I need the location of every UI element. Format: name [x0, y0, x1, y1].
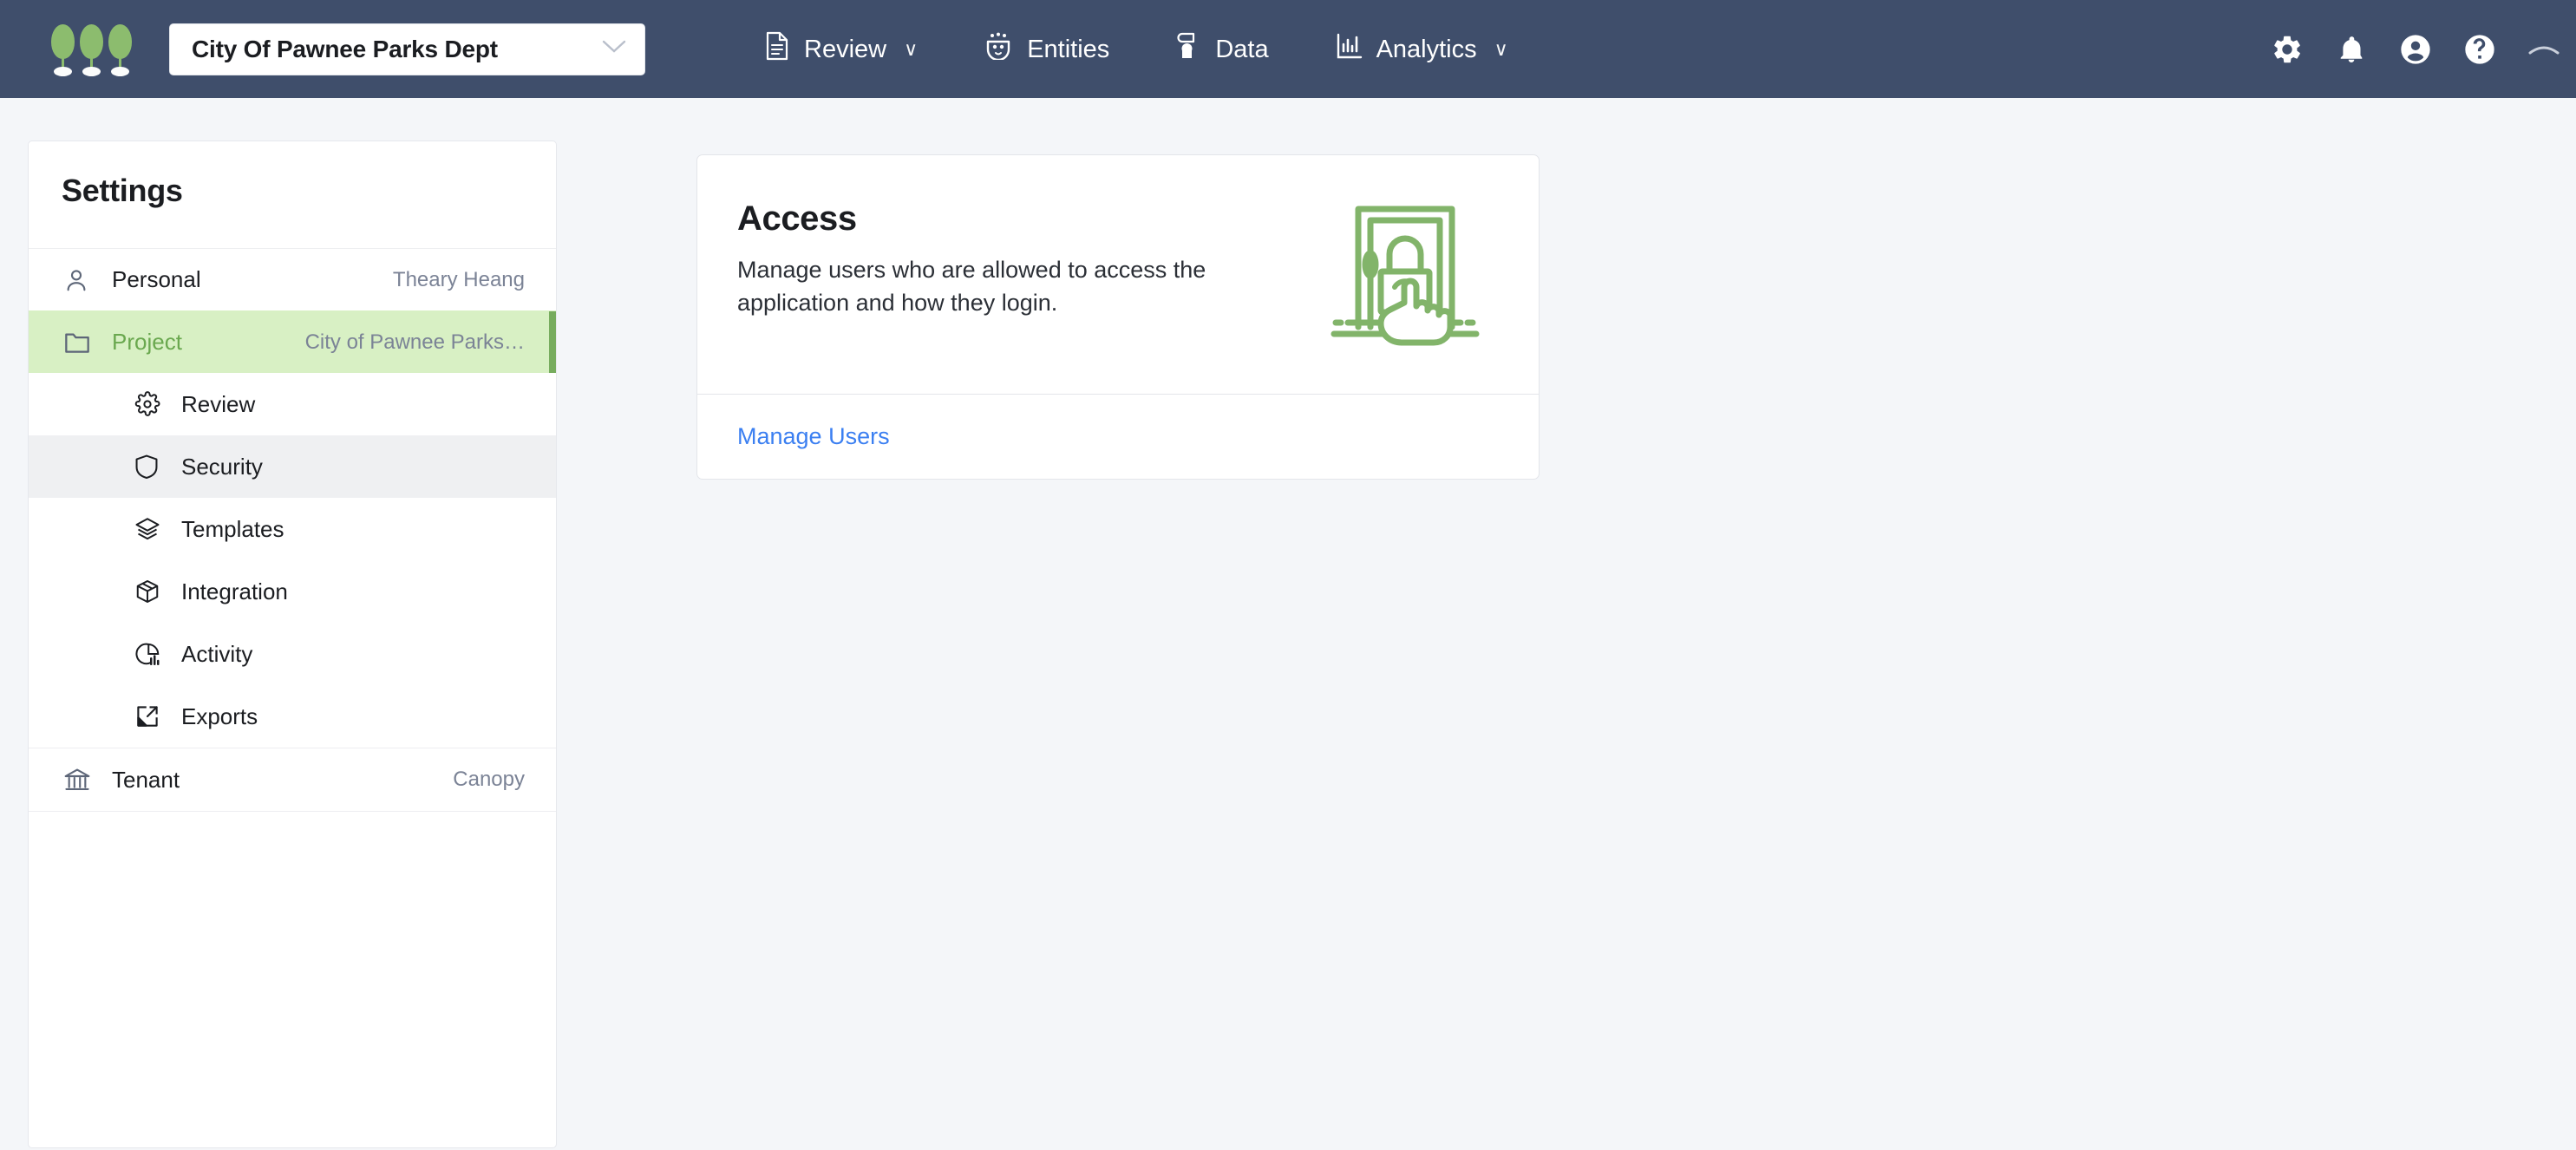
- nav-label-entities: Entities: [1027, 36, 1110, 63]
- bar-chart-icon: [1335, 32, 1363, 67]
- sidebar-item-tenant[interactable]: Tenant Canopy: [29, 748, 556, 811]
- bank-icon: [63, 767, 98, 793]
- chevron-down-icon: [602, 39, 626, 59]
- collapse-chevron-icon[interactable]: [2512, 0, 2576, 98]
- sidebar-label-integration: Integration: [181, 578, 288, 604]
- nav-item-entities[interactable]: Entities: [951, 0, 1142, 98]
- project-selector-dropdown[interactable]: City Of Pawnee Parks Dept: [169, 23, 645, 75]
- sidebar-value-tenant: Canopy: [453, 768, 525, 791]
- sidebar-label-personal: Personal: [112, 266, 201, 292]
- page-title: Settings: [62, 173, 183, 208]
- settings-gear-icon[interactable]: [2255, 0, 2319, 98]
- main-navigation: Review ∨ Entities Data Analytics ∨: [731, 0, 1541, 98]
- person-icon: [63, 266, 98, 294]
- sidebar-label-project: Project: [112, 329, 182, 355]
- gear-icon: [134, 391, 167, 417]
- settings-sidebar: Settings Personal Theary Heang Project C…: [28, 140, 557, 1148]
- nav-label-data: Data: [1215, 36, 1269, 63]
- access-card-text: Access Manage users who are allowed to a…: [737, 193, 1249, 320]
- sidebar-item-security[interactable]: Security: [29, 435, 556, 498]
- shield-icon: [134, 453, 167, 480]
- layers-icon: [134, 516, 167, 542]
- nav-label-analytics: Analytics: [1376, 36, 1477, 63]
- top-navigation-bar: City Of Pawnee Parks Dept Review ∨ Entit…: [0, 0, 2576, 98]
- sidebar-label-exports: Exports: [181, 702, 258, 729]
- access-card-footer: Manage Users: [697, 394, 1539, 479]
- tree-glyph-2: [79, 23, 104, 76]
- access-card: Access Manage users who are allowed to a…: [696, 154, 1540, 480]
- access-card-body: Access Manage users who are allowed to a…: [697, 155, 1539, 394]
- sidebar-item-integration[interactable]: Integration: [29, 560, 556, 623]
- sidebar-item-project[interactable]: Project City of Pawnee Parks…: [29, 310, 556, 373]
- nav-item-review[interactable]: Review ∨: [731, 0, 951, 98]
- door-lock-hand-icon: [1327, 197, 1483, 350]
- sidebar-item-personal[interactable]: Personal Theary Heang: [29, 248, 556, 310]
- sidebar-label-templates: Templates: [181, 515, 284, 542]
- settings-nav-list: Personal Theary Heang Project City of Pa…: [29, 248, 556, 812]
- sidebar-item-review[interactable]: Review: [29, 373, 556, 435]
- sidebar-item-exports[interactable]: Exports: [29, 685, 556, 748]
- nav-label-review: Review: [804, 36, 887, 63]
- box-icon: [134, 578, 167, 604]
- manage-users-link[interactable]: Manage Users: [737, 423, 890, 450]
- tree-glyph-1: [50, 23, 75, 76]
- sidebar-label-tenant: Tenant: [112, 766, 180, 793]
- notifications-bell-icon[interactable]: [2319, 0, 2383, 98]
- database-icon: [1175, 31, 1201, 68]
- project-selector-value: City Of Pawnee Parks Dept: [192, 35, 498, 62]
- sidebar-label-review: Review: [181, 390, 256, 417]
- tree-glyph-3: [108, 23, 133, 76]
- chevron-down-icon: ∨: [1494, 37, 1508, 60]
- sidebar-label-security: Security: [181, 453, 263, 480]
- entities-icon: [984, 32, 1013, 67]
- document-icon: [764, 31, 790, 68]
- sidebar-value-personal: Theary Heang: [392, 267, 525, 291]
- pie-chart-icon: [134, 641, 167, 667]
- export-icon: [134, 703, 167, 729]
- account-avatar-icon[interactable]: [2383, 0, 2448, 98]
- chevron-down-icon: ∨: [904, 37, 919, 60]
- sidebar-item-templates[interactable]: Templates: [29, 498, 556, 560]
- sidebar-item-activity[interactable]: Activity: [29, 623, 556, 685]
- access-card-description: Manage users who are allowed to access t…: [737, 257, 1206, 317]
- sidebar-label-activity: Activity: [181, 640, 253, 667]
- sidebar-divider-bottom: [29, 811, 556, 812]
- three-trees-logo[interactable]: [50, 23, 134, 76]
- folder-icon: [63, 330, 98, 356]
- nav-item-data[interactable]: Data: [1142, 0, 1301, 98]
- help-question-icon[interactable]: [2448, 0, 2512, 98]
- sidebar-value-project: City of Pawnee Parks…: [304, 330, 525, 354]
- header-actions: [2255, 0, 2576, 98]
- access-card-title: Access: [737, 199, 857, 238]
- nav-item-analytics[interactable]: Analytics ∨: [1302, 0, 1541, 98]
